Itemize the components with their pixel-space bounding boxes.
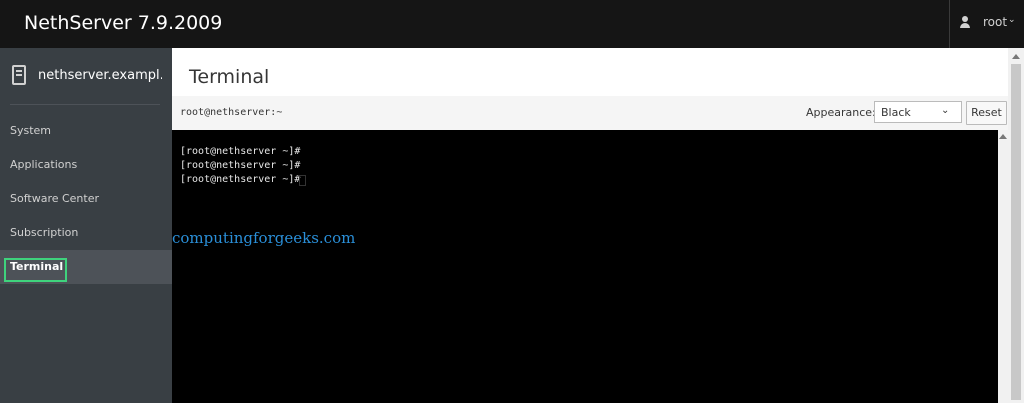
- top-bar: NethServer 7.9.2009 root ⌄: [0, 0, 1024, 48]
- user-icon: [960, 16, 970, 28]
- page-title: Terminal: [189, 66, 270, 88]
- sidebar-item-software-center[interactable]: Software Center: [0, 182, 172, 216]
- sidebar-item-applications[interactable]: Applications: [0, 148, 172, 182]
- sidebar-divider: [10, 104, 160, 105]
- watermark-text: computingforgeeks.com: [172, 229, 356, 247]
- terminal-session-label: root@nethserver:~: [180, 107, 283, 118]
- terminal-screen[interactable]: [root@nethserver ~]# [root@nethserver ~]…: [172, 130, 998, 403]
- page-scrollbar[interactable]: [1008, 48, 1024, 403]
- sidebar-item-terminal[interactable]: Terminal: [0, 250, 172, 284]
- scroll-up-icon[interactable]: [999, 134, 1007, 139]
- host-name: nethserver.exampl...: [38, 68, 162, 83]
- sidebar: nethserver.exampl... System Applications…: [0, 48, 172, 403]
- sidebar-item-subscription[interactable]: Subscription: [0, 216, 172, 250]
- terminal-toolbar: root@nethserver:~ Appearance: Black ⌄ Re…: [172, 96, 1008, 130]
- sidebar-item-label: System: [10, 124, 52, 137]
- scrollbar-thumb[interactable]: [1011, 64, 1021, 400]
- server-icon: [12, 65, 26, 85]
- terminal-line: [root@nethserver ~]#: [180, 146, 301, 157]
- sidebar-item-label: Applications: [10, 158, 78, 171]
- main-content: Terminal root@nethserver:~ Appearance: B…: [172, 48, 1008, 403]
- scroll-up-icon[interactable]: [1012, 54, 1020, 59]
- terminal-line: [root@nethserver ~]#: [180, 160, 301, 171]
- terminal-cursor: [299, 175, 306, 186]
- sidebar-item-system[interactable]: System: [0, 114, 172, 148]
- sidebar-item-label: Terminal: [10, 260, 64, 273]
- appearance-label: Appearance:: [806, 106, 876, 119]
- terminal-line: [root@nethserver ~]#: [180, 174, 301, 185]
- chevron-down-icon: ⌄: [941, 105, 950, 116]
- terminal-scrollbar[interactable]: [998, 130, 1008, 403]
- host-selector[interactable]: nethserver.exampl...: [0, 48, 172, 104]
- appearance-select[interactable]: Black ⌄: [874, 101, 962, 123]
- brand-title[interactable]: NethServer 7.9.2009: [24, 12, 222, 34]
- chevron-down-icon: ⌄: [1008, 14, 1016, 24]
- user-name: root: [983, 15, 1008, 29]
- sidebar-item-label: Software Center: [10, 192, 100, 205]
- user-menu[interactable]: root ⌄: [949, 0, 1024, 48]
- appearance-value: Black: [881, 106, 911, 119]
- sidebar-item-label: Subscription: [10, 226, 79, 239]
- reset-button[interactable]: Reset: [966, 101, 1007, 125]
